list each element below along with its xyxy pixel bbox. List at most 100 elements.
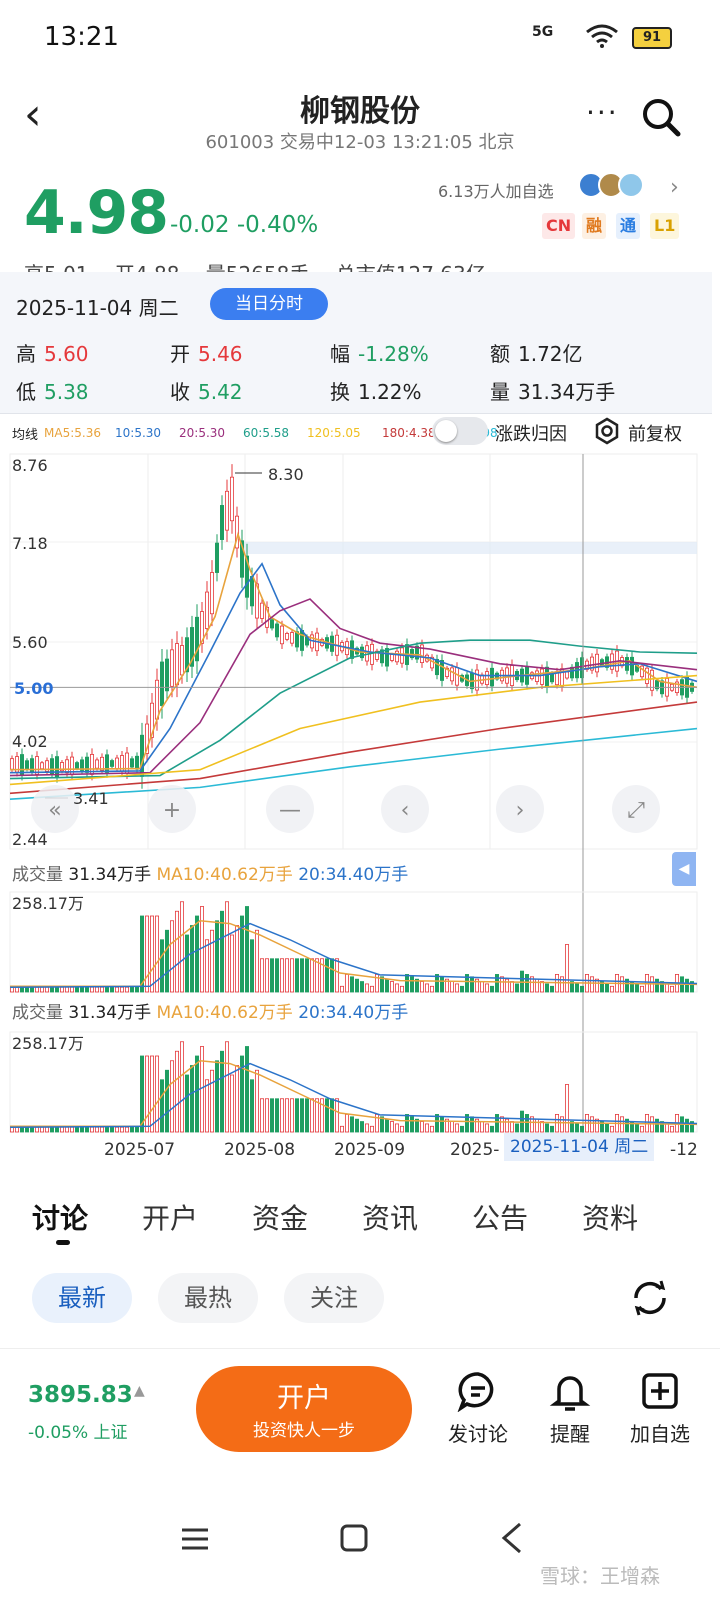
volume-bar [515,983,520,993]
detail-value: 5.42 [198,380,243,404]
volume-bar [484,983,489,993]
volume-bar [50,986,55,993]
wifi-icon [586,24,618,48]
volume-bar [419,981,424,993]
volume-bar [324,958,329,993]
volume-bar [550,985,555,993]
more-button[interactable]: ··· [586,96,619,129]
detail-item: 换 1.22% [330,376,422,405]
kline-chart[interactable]: « + — ‹ › ⤢ [0,452,712,1167]
volume-bar [419,1121,424,1133]
volume-bar [334,1098,339,1133]
volume-bar [394,1123,399,1133]
volume-bar [269,1098,274,1133]
tab-news[interactable]: 资讯 [362,1197,418,1237]
filter-following[interactable]: 关注 [284,1273,384,1323]
candle-body [19,754,24,775]
volume-bar [605,983,610,993]
refresh-icon[interactable] [628,1276,672,1320]
volume-bar [244,906,249,993]
ma-label: 均线 [12,428,39,443]
ma10-line [9,562,698,774]
detail-item: 收 5.42 [170,376,243,405]
ma180-line [9,701,698,795]
chart-canvas[interactable]: « + — ‹ › ⤢ [0,452,712,1167]
volume-bar [264,1098,269,1133]
tab-account[interactable]: 开户 [142,1197,198,1237]
filter-hot[interactable]: 最热 [158,1273,258,1323]
volume-bar [254,929,259,993]
volume-bar [65,1126,70,1133]
volume-bar [19,1126,24,1133]
chevron-left-icon[interactable]: ◀ [672,852,696,886]
volume-bar [29,986,34,993]
high-marker: 8.30 [268,465,304,484]
attribution-toggle[interactable] [432,417,488,445]
search-icon[interactable] [640,96,682,138]
back-nav-icon[interactable] [498,1520,526,1556]
volume-bar [535,978,540,993]
settings-icon[interactable] [592,416,622,446]
post-discussion-button[interactable]: 发讨论 [438,1370,518,1447]
volume-bar [304,1098,309,1133]
intraday-button[interactable]: 当日分时 [210,288,328,320]
detail-key: 量 [490,380,510,404]
volume-bar [75,1126,80,1133]
candle-body [299,630,304,651]
followers-count[interactable]: 6.13万人加自选 [438,178,554,202]
volume-bar [309,958,314,993]
tab-funds[interactable]: 资金 [252,1197,308,1237]
volume-bar [575,1123,580,1133]
volume-bar [144,1055,149,1133]
volume-bar [565,944,570,993]
zoom-control-icon: › [516,798,525,823]
candle-body [65,759,70,774]
volume-bar [95,986,100,993]
alert-button[interactable]: 提醒 [530,1370,610,1447]
tag-cn: CN [542,213,576,239]
volume-bar [204,939,209,993]
volume-bar [189,1065,194,1133]
index-change[interactable]: -0.05% 上证 [28,1418,128,1443]
volume-bar [129,986,134,993]
volume-bar [459,985,464,993]
zoom-control-icon: — [279,798,301,823]
alert-label: 提醒 [550,1422,590,1446]
volume-label: 成交量 [12,1003,63,1023]
bell-icon [549,1376,591,1411]
tab-announcements[interactable]: 公告 [472,1197,528,1237]
tab-profile[interactable]: 资料 [582,1197,638,1237]
chevron-right-icon[interactable]: › [670,175,679,200]
candle-body [24,760,29,770]
volume-bar [19,986,24,993]
add-watchlist-button[interactable]: 加自选 [620,1370,700,1447]
volume-bar [525,974,530,993]
follower-avatars[interactable] [578,172,644,198]
volume-bar [40,986,45,993]
candle-body [449,667,454,682]
volume-bar [389,1121,394,1133]
index-value[interactable]: 3895.83 [28,1382,133,1408]
volume-bar [229,934,234,993]
volume-bar [274,958,279,993]
volume-bar [384,978,389,993]
volume-bar [354,1118,359,1133]
volume-bar [279,1098,284,1133]
volume-bar [284,958,289,993]
adjust-label[interactable]: 前复权 [628,420,682,446]
volume-bar [550,1125,555,1133]
menu-icon[interactable] [180,1524,210,1554]
candle-body [259,602,264,619]
open-account-button[interactable]: 开户 投资快人一步 [196,1366,412,1452]
candle-body [209,572,214,615]
candle-body [219,505,224,540]
volume-header: 成交量 31.34万手 MA10:40.62万手 20:34.40万手 [12,998,408,1023]
ma-value: 60:5.58 [243,426,290,440]
tab-discussion[interactable]: 讨论 [32,1197,88,1237]
volume-label: 成交量 [12,865,63,885]
add-watchlist-label: 加自选 [630,1422,690,1446]
volume-bar [369,985,374,993]
home-icon[interactable] [338,1522,370,1554]
volume-bar [129,1126,134,1133]
filter-latest[interactable]: 最新 [32,1273,132,1323]
